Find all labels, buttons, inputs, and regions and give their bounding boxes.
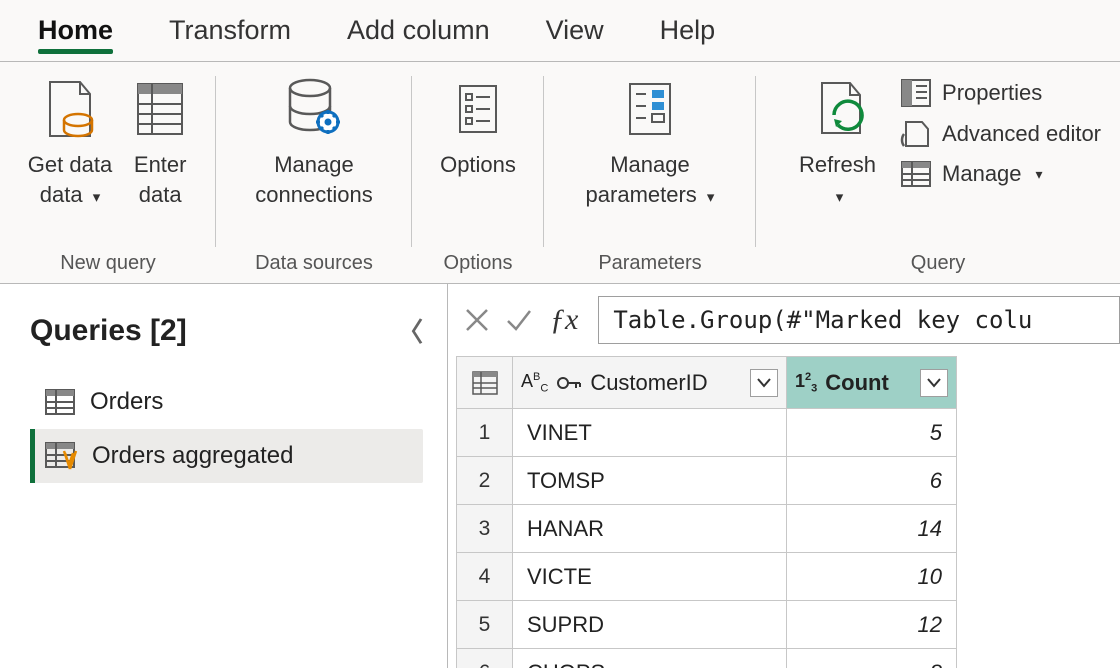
key-icon (556, 372, 582, 394)
refresh-icon (806, 72, 868, 146)
group-new-query: Get datadata ▾ Enterdata New query (0, 62, 216, 283)
cell-customerid[interactable]: VINET (513, 409, 787, 457)
properties-icon (900, 78, 932, 108)
cell-customerid[interactable]: TOMSP (513, 457, 787, 505)
properties-button[interactable]: Properties (900, 78, 1101, 108)
tab-add-column[interactable]: Add column (347, 15, 490, 46)
manage-parameters-icon (622, 72, 678, 146)
cell-customerid[interactable]: VICTE (513, 553, 787, 601)
options-button[interactable]: Options (430, 72, 526, 180)
query-item-orders[interactable]: Orders (30, 375, 423, 429)
text-type-icon: ABC (521, 371, 548, 395)
group-label: Data sources (216, 252, 412, 275)
table-aggregated-icon (44, 441, 78, 471)
tab-home[interactable]: Home (38, 15, 113, 46)
cell-count[interactable]: 10 (787, 553, 957, 601)
table-icon (44, 388, 76, 416)
manage-button[interactable]: Manage ▾ (900, 160, 1101, 188)
filter-button[interactable] (920, 369, 948, 397)
queries-pane: Queries [2] 〈 Orders (0, 284, 448, 668)
filter-button[interactable] (750, 369, 778, 397)
cell-count[interactable]: 8 (787, 649, 957, 668)
manage-connections-button[interactable]: Manageconnections (245, 72, 382, 209)
group-parameters: Manageparameters ▾ Parameters (544, 62, 756, 283)
column-header-customerid[interactable]: ABC CustomerID (513, 357, 787, 409)
tab-help[interactable]: Help (660, 15, 716, 46)
options-icon (454, 72, 502, 146)
row-header[interactable]: 6 (457, 649, 513, 668)
row-header[interactable]: 5 (457, 601, 513, 649)
cell-customerid[interactable]: SUPRD (513, 601, 787, 649)
group-query: Refresh▾ Properties (756, 62, 1120, 283)
cell-count[interactable]: 6 (787, 457, 957, 505)
editor-pane: ƒx Table.Group(#"Marked key colu (448, 284, 1120, 668)
group-label: Query (756, 252, 1120, 275)
table-row[interactable]: 4VICTE10 (457, 553, 957, 601)
queries-title: Queries [2] (30, 314, 187, 348)
table-row[interactable]: 1VINET5 (457, 409, 957, 457)
cell-count[interactable]: 12 (787, 601, 957, 649)
tab-transform[interactable]: Transform (169, 15, 291, 46)
enter-data-icon (132, 72, 188, 146)
cell-customerid[interactable]: HANAR (513, 505, 787, 553)
query-item-orders-aggregated[interactable]: Orders aggregated (30, 429, 423, 483)
column-header-count[interactable]: 123 Count (787, 357, 957, 409)
manage-parameters-button[interactable]: Manageparameters ▾ (576, 72, 725, 209)
table-row[interactable]: 5SUPRD12 (457, 601, 957, 649)
select-all-cell[interactable] (457, 357, 513, 409)
table-row[interactable]: 2TOMSP6 (457, 457, 957, 505)
content-area: Queries [2] 〈 Orders (0, 284, 1120, 668)
table-row[interactable]: 3HANAR14 (457, 505, 957, 553)
formula-bar: ƒx Table.Group(#"Marked key colu (452, 296, 1120, 356)
group-label: Options (412, 252, 544, 275)
advanced-editor-button[interactable]: Advanced editor (900, 118, 1101, 150)
cancel-formula-button[interactable] (460, 303, 494, 337)
ribbon: Get datadata ▾ Enterdata New query (0, 62, 1120, 284)
manage-connections-icon (282, 72, 346, 146)
cell-count[interactable]: 5 (787, 409, 957, 457)
query-list: Orders Orders aggregated (30, 375, 423, 483)
manage-icon (900, 160, 932, 188)
advanced-editor-icon (900, 118, 932, 150)
group-options: Options Options (412, 62, 544, 283)
accept-formula-button[interactable] (502, 303, 536, 337)
refresh-button[interactable]: Refresh▾ (781, 72, 894, 209)
group-label: Parameters (544, 252, 756, 275)
table-row[interactable]: 6CHOPS8 (457, 649, 957, 668)
cell-count[interactable]: 14 (787, 505, 957, 553)
row-header[interactable]: 2 (457, 457, 513, 505)
fx-icon[interactable]: ƒx (544, 303, 584, 337)
group-label: New query (0, 252, 216, 275)
cell-customerid[interactable]: CHOPS (513, 649, 787, 668)
data-grid: ABC CustomerID (456, 356, 957, 668)
collapse-pane-button[interactable]: 〈 (397, 312, 423, 349)
group-data-sources: Manageconnections Data sources (216, 62, 412, 283)
row-header[interactable]: 4 (457, 553, 513, 601)
tab-view[interactable]: View (546, 15, 604, 46)
number-type-icon: 123 (795, 371, 817, 395)
formula-input[interactable]: Table.Group(#"Marked key colu (598, 296, 1120, 344)
row-header[interactable]: 3 (457, 505, 513, 553)
ribbon-tabs: Home Transform Add column View Help (0, 0, 1120, 62)
get-data-button[interactable]: Get datadata ▾ (18, 72, 122, 209)
enter-data-button[interactable]: Enterdata (122, 72, 198, 209)
row-header[interactable]: 1 (457, 409, 513, 457)
get-data-icon (42, 72, 98, 146)
